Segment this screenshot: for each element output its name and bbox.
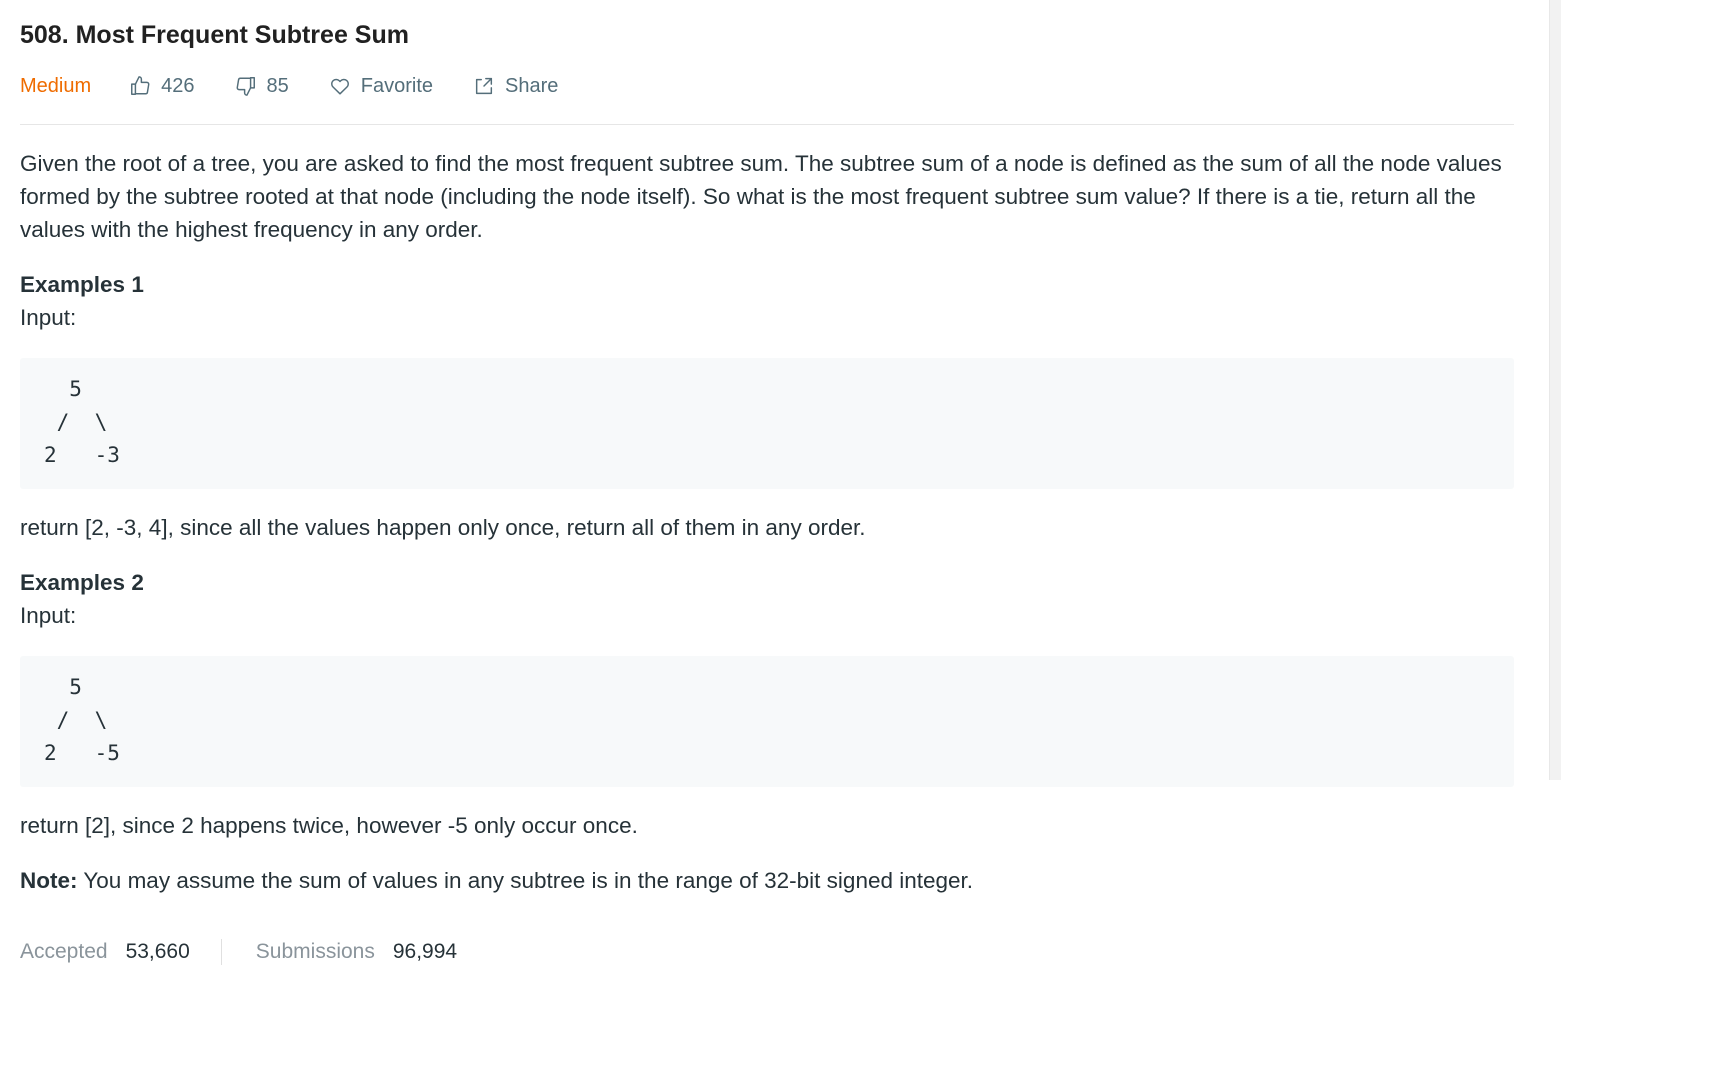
- submissions-label: Submissions: [255, 940, 375, 963]
- like-count: 426: [161, 74, 195, 97]
- note-text: You may assume the sum of values in any …: [77, 868, 974, 893]
- stats-divider: [220, 939, 222, 965]
- favorite-label: Favorite: [360, 74, 434, 97]
- example-2-tree: 5 / \ 2 -5: [20, 656, 1514, 787]
- difficulty-label: Medium: [20, 74, 92, 97]
- note-label: Note:: [20, 868, 78, 893]
- heart-icon: [330, 78, 349, 95]
- favorite-button[interactable]: Favorite: [329, 75, 433, 98]
- accepted-count: 53,660: [125, 940, 190, 963]
- example-1-heading: Examples 1: [20, 272, 144, 297]
- header-divider: [20, 124, 1514, 125]
- example-2-result: return [2], since 2 happens twice, howev…: [20, 813, 638, 838]
- submission-stats: Accepted 53,660 Submissions 96,994: [20, 937, 1514, 967]
- problem-title: 508. Most Frequent Subtree Sum: [20, 21, 409, 49]
- note-paragraph: Note: You may assume the sum of values i…: [20, 864, 1514, 897]
- vertical-scrollbar[interactable]: [1549, 0, 1561, 780]
- submissions-count: 96,994: [392, 940, 458, 963]
- problem-content: 508. Most Frequent Subtree Sum Medium 42…: [20, 0, 1514, 967]
- dislike-button[interactable]: 85: [235, 75, 289, 98]
- thumbs-up-icon: [131, 76, 150, 95]
- like-button[interactable]: 426: [129, 74, 195, 98]
- accepted-label: Accepted: [20, 940, 108, 963]
- example-2-heading: Examples 2: [20, 570, 144, 595]
- example-2-input-label: Input:: [20, 603, 77, 628]
- example-1-result: return [2, -3, 4], since all the values …: [20, 515, 866, 540]
- example-1-input-label: Input:: [20, 305, 77, 330]
- share-label: Share: [505, 74, 559, 97]
- share-icon: [475, 77, 493, 95]
- dislike-count: 85: [266, 74, 289, 97]
- example-1-tree: 5 / \ 2 -3: [20, 358, 1514, 489]
- problem-meta-bar: Medium 426 85 Favorite Share: [20, 68, 1514, 104]
- thumbs-down-icon: [236, 77, 255, 96]
- problem-description: Given the root of a tree, you are asked …: [20, 151, 1502, 242]
- share-button[interactable]: Share: [473, 75, 558, 98]
